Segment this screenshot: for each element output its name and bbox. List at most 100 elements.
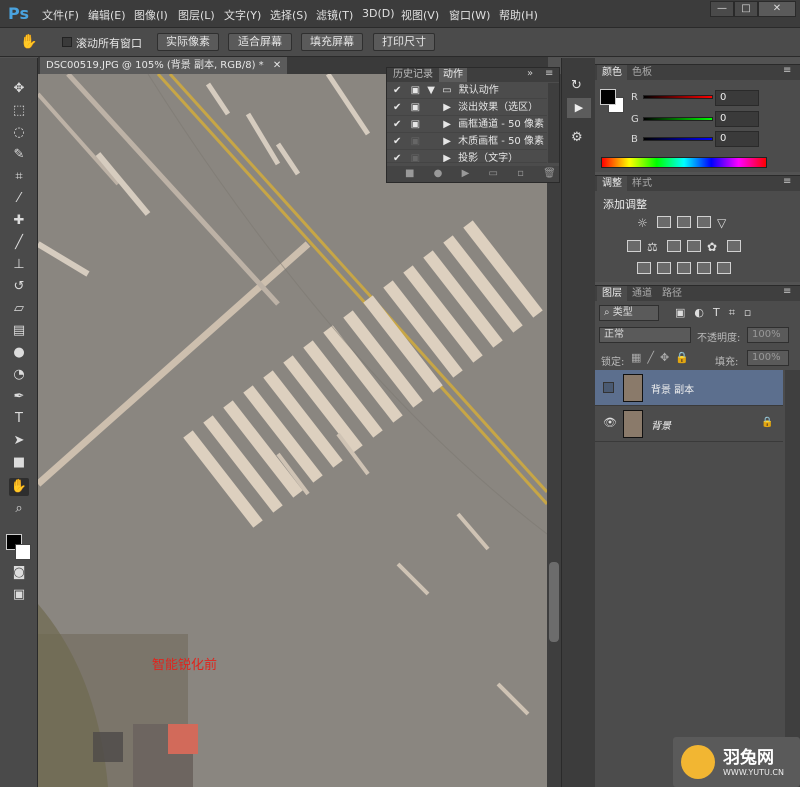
dialog-toggle-icon[interactable]: ▣ — [411, 85, 420, 96]
history-brush-tool-icon[interactable]: ↺ — [9, 278, 29, 296]
record-icon[interactable]: ● — [434, 168, 443, 179]
gradient-map-icon[interactable] — [717, 262, 731, 274]
lock-options-icons[interactable]: ▦╱✥🔒 — [631, 351, 695, 364]
tab-swatches[interactable]: 色板 — [627, 65, 657, 80]
brush-tool-icon[interactable]: ╱ — [9, 234, 29, 252]
panel-menu-icon[interactable]: ≡ — [783, 65, 791, 76]
hue-saturation-icon[interactable] — [627, 240, 641, 252]
invert-icon[interactable] — [637, 262, 651, 274]
new-set-icon[interactable]: ▭ — [488, 168, 497, 179]
history-panel-icon[interactable]: ↻ — [571, 78, 587, 94]
dialog-toggle-icon[interactable]: ▣ — [411, 119, 420, 130]
layer-comps-icon[interactable]: ⚙ — [571, 130, 587, 146]
layer-name[interactable]: 背景 副本 — [651, 381, 694, 396]
r-slider[interactable] — [643, 95, 713, 99]
check-icon[interactable]: ✔ — [393, 136, 401, 147]
exposure-icon[interactable] — [697, 216, 711, 228]
tab-history[interactable]: 历史记录 — [389, 68, 437, 82]
gradient-tool-icon[interactable]: ▤ — [9, 322, 29, 340]
play-arrow-icon[interactable]: ▶ — [443, 119, 451, 130]
scrollbar-thumb[interactable] — [549, 562, 559, 642]
check-icon[interactable]: ✔ — [393, 102, 401, 113]
close-button[interactable]: ✕ — [758, 1, 796, 17]
eyedropper-tool-icon[interactable]: ⁄ — [9, 190, 29, 208]
expand-icon[interactable]: ▼ — [427, 85, 435, 96]
panel-menu-icon[interactable]: ≡ — [545, 68, 553, 79]
levels-icon[interactable] — [657, 216, 671, 228]
menu-filter[interactable]: 滤镜(T) — [316, 7, 353, 23]
document-tab[interactable]: DSC00519.JPG @ 105% (背景 副本, RGB/8) * ✕ — [40, 57, 288, 74]
hand-tool-active-icon[interactable]: ✋ — [9, 478, 29, 496]
panel-menu-icon[interactable]: ≡ — [783, 176, 791, 187]
opacity-input[interactable]: 100% — [747, 327, 789, 343]
eye-icon[interactable]: 👁 — [603, 416, 617, 429]
layer-name[interactable]: 背景 — [651, 417, 671, 432]
play-arrow-icon[interactable]: ▶ — [443, 153, 451, 162]
rectangle-tool-icon[interactable]: ■ — [9, 454, 29, 472]
b-slider[interactable] — [643, 137, 713, 141]
healing-brush-tool-icon[interactable]: ✚ — [9, 212, 29, 230]
blur-tool-icon[interactable]: ● — [9, 344, 29, 362]
b-value-input[interactable]: 0 — [715, 131, 759, 147]
check-icon[interactable]: ✔ — [393, 119, 401, 130]
menu-layer[interactable]: 图层(L) — [178, 7, 215, 23]
brightness-icon[interactable]: ☼ — [637, 216, 651, 230]
photo-filter-icon[interactable] — [687, 240, 701, 252]
action-row[interactable]: ✔ ▣ ▶ 淡出效果（选区） — [387, 100, 547, 116]
menu-image[interactable]: 图像(I) — [134, 7, 168, 23]
layers-scrollbar[interactable] — [785, 370, 800, 787]
trash-icon[interactable]: 🗑 — [543, 168, 556, 179]
tab-color[interactable]: 颜色 — [597, 65, 627, 80]
curves-icon[interactable] — [677, 216, 691, 228]
layer-filter-icons[interactable]: ▣◐T⌗▫ — [675, 306, 760, 320]
restore-button[interactable]: □ — [734, 1, 758, 17]
clone-stamp-tool-icon[interactable]: ⊥ — [9, 256, 29, 274]
fill-screen-button[interactable]: 填充屏幕 — [301, 33, 363, 51]
menu-help[interactable]: 帮助(H) — [499, 7, 538, 23]
print-size-button[interactable]: 打印尺寸 — [373, 33, 435, 51]
play-arrow-icon[interactable]: ▶ — [443, 102, 451, 113]
menu-view[interactable]: 视图(V) — [401, 7, 439, 23]
zoom-tool-icon[interactable]: ⌕ — [9, 500, 29, 518]
minimize-button[interactable]: — — [710, 1, 734, 17]
tab-actions[interactable]: 动作 — [439, 68, 467, 82]
action-set-row[interactable]: ✔ ▣ ▼ ▭ 默认动作 — [387, 83, 547, 99]
blend-mode-dropdown[interactable]: 正常 — [599, 327, 691, 343]
scroll-all-checkbox[interactable] — [62, 37, 72, 47]
layer-filter-dropdown[interactable]: ⌕ 类型 — [599, 305, 659, 321]
action-row[interactable]: ✔ ▣ ▶ 画框通道 - 50 像素 — [387, 117, 547, 133]
dialog-toggle-icon[interactable]: ▣ — [411, 136, 420, 147]
menu-file[interactable]: 文件(F) — [42, 7, 79, 23]
action-row[interactable]: ✔ ▣ ▶ 木质画框 - 50 像素 — [387, 134, 547, 150]
screen-mode-icon[interactable]: ▣ — [9, 586, 29, 604]
path-select-tool-icon[interactable]: ➤ — [9, 432, 29, 450]
tab-paths[interactable]: 路径 — [657, 286, 687, 301]
fill-input[interactable]: 100% — [747, 350, 789, 366]
dialog-toggle-icon[interactable]: ▣ — [411, 153, 420, 162]
r-value-input[interactable]: 0 — [715, 90, 759, 106]
close-tab-icon[interactable]: ✕ — [273, 60, 281, 71]
collapse-icon[interactable]: » — [527, 68, 533, 79]
move-tool-icon[interactable]: ✥ — [9, 80, 29, 98]
foreground-swatch[interactable] — [600, 89, 616, 105]
dodge-tool-icon[interactable]: ◔ — [9, 366, 29, 384]
hand-tool-icon[interactable]: ✋ — [20, 34, 38, 50]
menu-3d[interactable]: 3D(D) — [362, 7, 395, 20]
actions-scrollbar[interactable] — [548, 83, 559, 163]
menu-type[interactable]: 文字(Y) — [224, 7, 261, 23]
actual-pixels-button[interactable]: 实际像素 — [157, 33, 219, 51]
posterize-icon[interactable] — [657, 262, 671, 274]
play-icon[interactable]: ▶ — [462, 168, 470, 179]
check-icon[interactable]: ✔ — [393, 85, 401, 96]
new-action-icon[interactable]: ▫ — [517, 168, 524, 179]
crop-tool-icon[interactable]: ⌗ — [9, 168, 29, 186]
layer-row-background[interactable]: 👁 背景 🔒 — [595, 406, 783, 442]
stop-icon[interactable]: ■ — [405, 168, 414, 179]
pen-tool-icon[interactable]: ✒ — [9, 388, 29, 406]
type-tool-icon[interactable]: T — [9, 410, 29, 428]
dialog-toggle-icon[interactable]: ▣ — [411, 102, 420, 113]
fit-screen-button[interactable]: 适合屏幕 — [228, 33, 292, 51]
menu-window[interactable]: 窗口(W) — [449, 7, 490, 23]
menu-select[interactable]: 选择(S) — [270, 7, 308, 23]
menu-edit[interactable]: 编辑(E) — [88, 7, 126, 23]
